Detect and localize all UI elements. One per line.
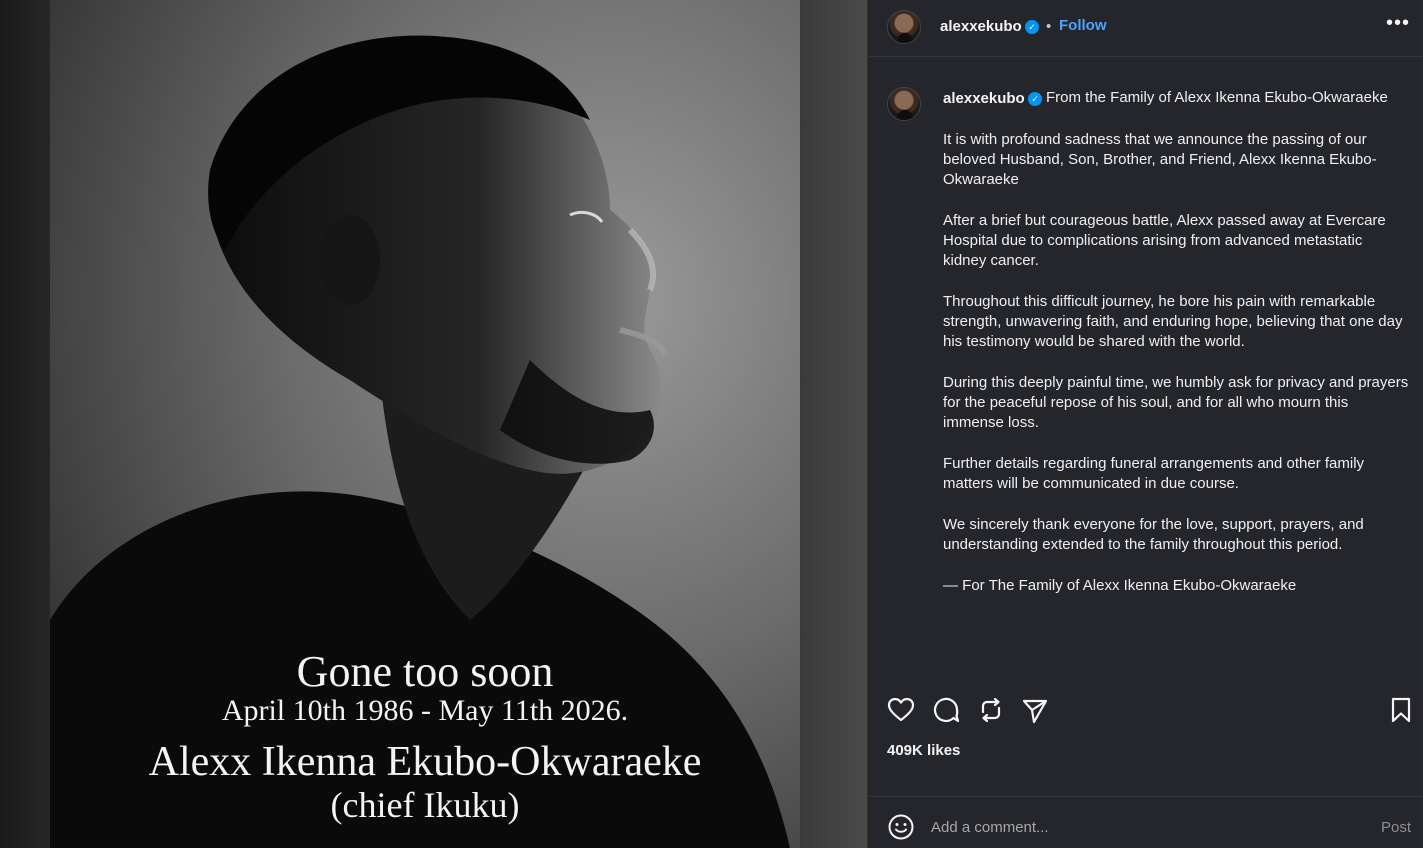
memorial-name: Alexx Ikenna Ekubo-Okwaraeke	[148, 739, 702, 785]
caption-paragraph: During this deeply painful time, we humb…	[943, 374, 1409, 431]
post-media[interactable]: Gone too soon April 10th 1986 - May 11th…	[0, 0, 867, 848]
caption-paragraph: Throughout this difficult journey, he bo…	[943, 293, 1403, 350]
heart-icon[interactable]	[886, 695, 916, 725]
verified-badge-icon: ✓	[1025, 20, 1039, 34]
separator-dot: •	[1046, 18, 1052, 35]
media-edge	[800, 0, 867, 848]
caption-paragraph: We sincerely thank everyone for the love…	[943, 516, 1364, 553]
action-bar	[868, 690, 1423, 730]
bookmark-icon[interactable]	[1386, 695, 1416, 725]
post-comment-button[interactable]: Post	[1381, 819, 1411, 836]
post-header: alexxekubo ✓ • Follow •••	[868, 0, 1423, 57]
share-icon[interactable]	[1020, 695, 1050, 725]
caption-username[interactable]: alexxekubo	[943, 90, 1025, 107]
caption-paragraph: It is with profound sadness that we anno…	[943, 131, 1377, 188]
post-side-panel: alexxekubo ✓ • Follow ••• alexxekubo ✓ F…	[867, 0, 1423, 848]
caption-first-line: From the Family of Alexx Ikenna Ekubo-Ok…	[1046, 89, 1388, 106]
likes-count[interactable]: 409K likes	[887, 742, 960, 759]
caption-signoff: — For The Family of Alexx Ikenna Ekubo-O…	[943, 577, 1297, 594]
memorial-dates: April 10th 1986 - May 11th 2026.	[221, 694, 629, 727]
caption-body: It is with profound sadness that we anno…	[943, 130, 1409, 617]
comment-icon[interactable]	[931, 695, 961, 725]
memorial-nickname: (chief Ikuku)	[330, 785, 520, 825]
follow-button[interactable]: Follow	[1059, 17, 1107, 34]
comment-input[interactable]	[931, 816, 1351, 838]
emoji-icon[interactable]	[887, 813, 915, 841]
header-username[interactable]: alexxekubo	[940, 18, 1022, 35]
repost-icon[interactable]	[976, 695, 1006, 725]
caption-paragraph: After a brief but courageous battle, Ale…	[943, 212, 1386, 269]
memorial-headline: Gone too soon	[296, 647, 554, 696]
caption-paragraph: Further details regarding funeral arrang…	[943, 455, 1365, 492]
verified-badge-icon: ✓	[1028, 92, 1042, 106]
avatar[interactable]	[887, 10, 921, 44]
caption-avatar[interactable]	[887, 87, 921, 121]
comment-bar: Post	[868, 796, 1423, 848]
media-edge	[0, 0, 50, 848]
more-options-icon[interactable]: •••	[1386, 13, 1410, 38]
